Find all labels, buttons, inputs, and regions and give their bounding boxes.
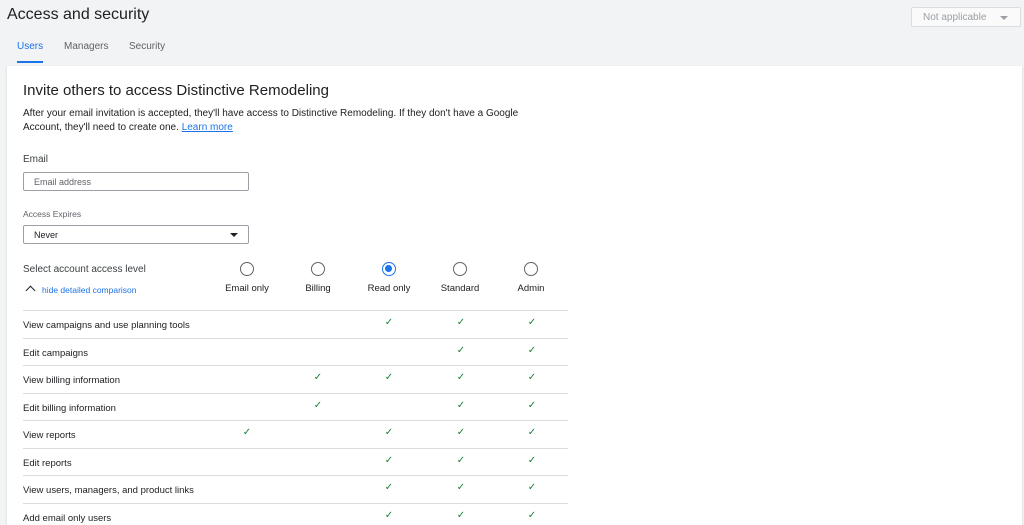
- caret-down-icon: [1000, 16, 1008, 20]
- scope-dropdown-value: Not applicable: [923, 12, 987, 23]
- level-name-read-only: Read only: [367, 283, 411, 294]
- level-standard: Standard: [424, 262, 496, 294]
- check-icon: ✓: [456, 509, 466, 521]
- permission-row: View billing information ✓ ✓ ✓ ✓: [23, 365, 568, 393]
- check-icon: ✓: [384, 454, 394, 466]
- email-field[interactable]: [23, 172, 249, 191]
- check-icon: ✓: [456, 454, 466, 466]
- invite-intro-text: After your email invitation is accepted,…: [23, 108, 519, 133]
- check-icon: ✓: [384, 482, 394, 493]
- permission-row: Edit billing information ✓ ✓ ✓: [23, 392, 568, 421]
- level-billing: Billing: [282, 262, 354, 294]
- tab-security[interactable]: Security: [129, 41, 165, 52]
- permission-row: Edit reports ✓ ✓ ✓: [23, 447, 568, 476]
- check-icon: ✓: [456, 427, 466, 438]
- permission-row: Edit campaigns ✓ ✓: [23, 337, 568, 366]
- check-icon: ✓: [384, 427, 394, 438]
- permission-label: Edit reports: [23, 457, 72, 469]
- check-icon: ✓: [456, 372, 466, 383]
- check-icon: ✓: [242, 427, 252, 438]
- learn-more-link[interactable]: Learn more: [182, 122, 233, 133]
- check-icon: ✓: [384, 372, 394, 383]
- check-icon: ✓: [527, 427, 537, 438]
- active-tab-indicator: [17, 61, 43, 63]
- level-name-standard: Standard: [440, 283, 480, 294]
- access-level-label: Select account access level: [23, 264, 146, 275]
- check-icon: ✓: [456, 344, 466, 356]
- permission-label: View billing information: [23, 375, 120, 386]
- check-icon: ✓: [527, 454, 537, 466]
- permission-row: View reports ✓ ✓ ✓ ✓: [23, 420, 568, 448]
- access-expires-value: Never: [34, 230, 59, 240]
- level-name-billing: Billing: [305, 283, 331, 294]
- radio-billing[interactable]: [311, 262, 325, 276]
- permission-label: View users, managers, and product links: [23, 485, 194, 496]
- check-icon: ✓: [527, 399, 537, 411]
- permission-row: Add email only users ✓ ✓ ✓: [23, 502, 568, 525]
- email-label: Email: [23, 154, 49, 165]
- permission-label: View campaigns and use planning tools: [23, 320, 190, 331]
- check-icon: ✓: [527, 344, 537, 356]
- check-icon: ✓: [456, 482, 466, 493]
- check-icon: ✓: [527, 482, 537, 493]
- permission-label: Add email only users: [23, 512, 112, 524]
- toggle-comparison-link[interactable]: hide detailed comparison: [42, 285, 137, 295]
- check-icon: ✓: [313, 372, 323, 383]
- caret-down-icon: [230, 233, 238, 237]
- tab-users[interactable]: Users: [17, 41, 43, 52]
- check-icon: ✓: [527, 509, 537, 521]
- page-title: Access and security: [7, 6, 150, 23]
- radio-read-only[interactable]: [382, 262, 396, 276]
- scope-dropdown[interactable]: Not applicable: [911, 7, 1021, 27]
- radio-admin[interactable]: [524, 262, 538, 276]
- level-name-email-only: Email only: [225, 283, 269, 294]
- check-icon: ✓: [456, 399, 466, 411]
- check-icon: ✓: [456, 317, 466, 328]
- check-icon: ✓: [384, 317, 394, 328]
- permission-row: View users, managers, and product links ✓…: [23, 475, 568, 503]
- access-expires-label: Access Expires: [23, 209, 82, 219]
- check-icon: ✓: [384, 509, 394, 521]
- permissions-table: View campaigns and use planning tools ✓ ✓ ✓…: [23, 310, 568, 525]
- permission-label: Edit billing information: [23, 402, 116, 414]
- access-expires-dropdown[interactable]: Never: [23, 225, 249, 244]
- invite-heading: Invite others to access Distinctive Remo…: [23, 82, 329, 99]
- permission-label: Edit campaigns: [23, 347, 88, 359]
- permission-row: View campaigns and use planning tools ✓ ✓ ✓: [23, 310, 568, 338]
- level-admin: Admin: [495, 262, 567, 294]
- level-name-admin: Admin: [517, 283, 545, 294]
- invite-intro: After your email invitation is accepted,…: [23, 107, 543, 135]
- check-icon: ✓: [527, 317, 537, 328]
- tab-managers[interactable]: Managers: [64, 41, 108, 52]
- level-read-only: Read only: [353, 262, 425, 294]
- check-icon: ✓: [527, 372, 537, 383]
- radio-email-only[interactable]: [240, 262, 254, 276]
- permission-label: View reports: [23, 430, 76, 441]
- check-icon: ✓: [313, 399, 323, 411]
- top-bar: Access and security Not applicable: [0, 0, 1024, 64]
- radio-standard[interactable]: [453, 262, 467, 276]
- level-email-only: Email only: [211, 262, 283, 294]
